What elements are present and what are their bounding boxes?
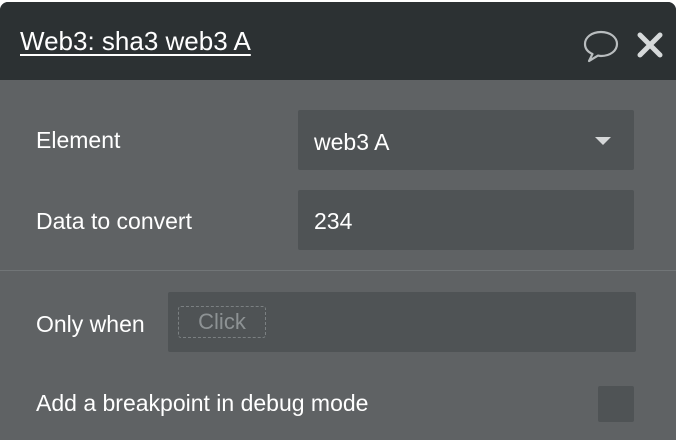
section-divider	[0, 270, 676, 271]
data-to-convert-label: Data to convert	[36, 208, 192, 234]
data-to-convert-input[interactable]: 234	[298, 190, 634, 250]
element-dropdown[interactable]: web3 A	[298, 110, 634, 170]
speech-bubble-icon[interactable]	[582, 28, 620, 64]
panel-header: Web3: sha3 web3 A	[0, 2, 676, 80]
breakpoint-label: Add a breakpoint in debug mode	[36, 390, 369, 416]
element-label: Element	[36, 127, 121, 153]
panel-title[interactable]: Web3: sha3 web3 A	[20, 26, 251, 57]
chevron-down-icon	[595, 137, 611, 145]
only-when-label: Only when	[36, 311, 145, 337]
close-icon[interactable]	[637, 32, 663, 58]
action-properties-panel: Web3: sha3 web3 A Element web3 A Data to…	[0, 2, 676, 440]
element-dropdown-value: web3 A	[314, 129, 390, 155]
breakpoint-checkbox[interactable]	[598, 386, 634, 422]
click-placeholder-chip[interactable]: Click	[178, 306, 266, 338]
data-to-convert-value: 234	[314, 208, 353, 234]
only-when-expression-field[interactable]: Click	[168, 292, 636, 352]
